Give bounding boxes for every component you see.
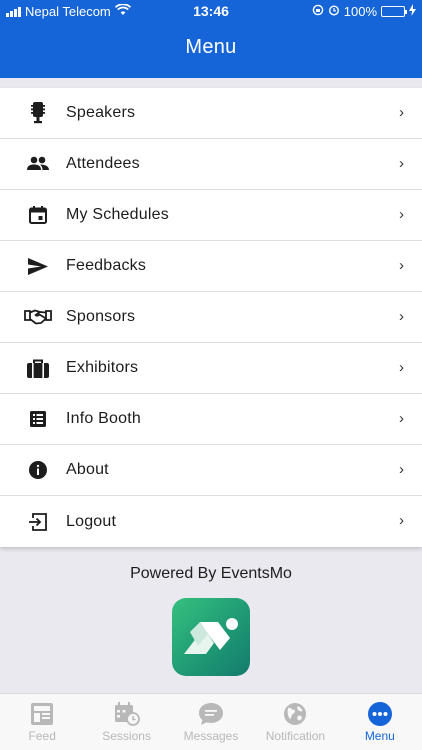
menu-item-label: Attendees xyxy=(66,155,140,172)
globe-icon xyxy=(283,701,307,727)
alarm-icon xyxy=(328,4,340,19)
feed-icon xyxy=(30,701,54,727)
tab-messages[interactable]: Messages xyxy=(169,694,253,750)
tab-bar: Feed Sessions Messages Notification Menu xyxy=(0,693,422,750)
tab-notification[interactable]: Notification xyxy=(253,694,337,750)
menu-item-label: Logout xyxy=(66,512,117,530)
menu-item-label: Info Booth xyxy=(66,410,141,427)
chevron-right-icon: › xyxy=(399,461,404,478)
send-icon xyxy=(0,257,66,275)
tab-sessions[interactable]: Sessions xyxy=(84,694,168,750)
microphone-icon xyxy=(0,102,66,124)
menu-item-exhibitors[interactable]: Exhibitors › xyxy=(0,343,422,394)
menu-item-label: My Schedules xyxy=(66,206,169,223)
tab-label: Messages xyxy=(183,729,239,743)
status-right: 100% xyxy=(312,4,416,19)
menu-item-info-booth[interactable]: Info Booth › xyxy=(0,394,422,445)
chevron-right-icon: › xyxy=(399,155,404,172)
menu-item-label: Feedbacks xyxy=(66,257,147,274)
menu-item-logout[interactable]: Logout › xyxy=(0,496,422,547)
tab-label: Sessions xyxy=(102,729,151,743)
chevron-right-icon: › xyxy=(399,308,404,325)
logout-icon xyxy=(0,512,66,531)
chevron-right-icon: › xyxy=(399,104,404,121)
powered-by-text: Powered By EventsMo xyxy=(130,565,292,582)
sessions-calendar-icon xyxy=(114,701,140,727)
chevron-right-icon: › xyxy=(399,206,404,223)
handshake-icon xyxy=(0,308,66,326)
tab-label: Feed xyxy=(28,729,56,743)
chevron-right-icon: › xyxy=(399,359,404,376)
menu-item-feedbacks[interactable]: Feedbacks › xyxy=(0,241,422,292)
battery-percent: 100% xyxy=(343,4,377,19)
menu-item-label: Exhibitors xyxy=(66,359,139,376)
chevron-right-icon: › xyxy=(399,512,404,529)
eventsmo-logo[interactable] xyxy=(172,598,250,676)
tab-menu[interactable]: Menu xyxy=(338,694,422,750)
briefcase-icon xyxy=(0,359,66,378)
menu-list: Speakers › Attendees › My Schedules › Fe… xyxy=(0,88,422,547)
list-icon xyxy=(0,411,66,427)
more-icon xyxy=(367,701,393,727)
chevron-right-icon: › xyxy=(399,257,404,274)
calendar-icon xyxy=(0,206,66,224)
rotation-lock-icon xyxy=(312,4,324,19)
messages-icon xyxy=(198,701,224,727)
page-title: Menu xyxy=(185,36,237,58)
charging-icon xyxy=(409,4,416,19)
menu-item-my-schedules[interactable]: My Schedules › xyxy=(0,190,422,241)
tab-feed[interactable]: Feed xyxy=(0,694,84,750)
app-header: Nepal Telecom 13:46 100% Menu xyxy=(0,0,422,78)
people-icon xyxy=(0,156,66,172)
menu-item-label: Speakers xyxy=(66,104,136,121)
menu-item-label: Sponsors xyxy=(66,308,136,325)
menu-item-label: About xyxy=(66,461,109,478)
menu-item-attendees[interactable]: Attendees › xyxy=(0,139,422,190)
battery-icon xyxy=(381,6,407,17)
chevron-right-icon: › xyxy=(399,410,404,427)
tab-label: Notification xyxy=(265,729,326,743)
status-bar: Nepal Telecom 13:46 100% xyxy=(0,0,422,22)
tab-label: Menu xyxy=(364,729,395,743)
menu-item-about[interactable]: About › xyxy=(0,445,422,496)
menu-item-speakers[interactable]: Speakers › xyxy=(0,88,422,139)
info-icon xyxy=(0,461,66,479)
menu-item-sponsors[interactable]: Sponsors › xyxy=(0,292,422,343)
